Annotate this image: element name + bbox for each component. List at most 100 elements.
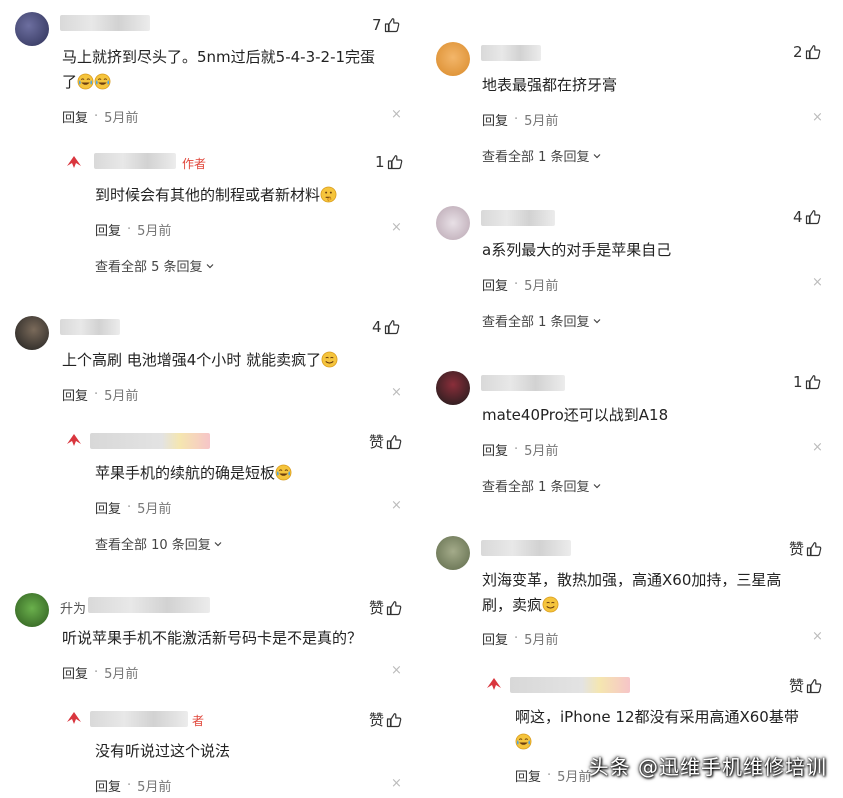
user-avatar[interactable] (15, 593, 49, 627)
laugh-cry-emoji (275, 464, 292, 481)
reply-button[interactable]: 回复 (482, 629, 508, 648)
close-icon[interactable]: × (812, 110, 823, 125)
like-button[interactable]: 1 (375, 153, 403, 171)
user-name[interactable] (481, 540, 571, 556)
reply-user-name[interactable] (90, 711, 188, 727)
comment-text-content: 地表最强都在挤牙膏 (482, 76, 618, 94)
close-icon[interactable]: × (812, 629, 823, 644)
reply-meta: 回复 · 5月前 (95, 220, 171, 239)
reply-button[interactable]: 回复 (95, 776, 121, 795)
thumb-up-icon (805, 44, 821, 60)
view-all-replies-link[interactable]: 查看全部 5 条回复 (95, 256, 215, 275)
user-name-fragment: 升为 (60, 602, 87, 617)
view-all-replies-link[interactable]: 查看全部 10 条回复 (95, 534, 223, 553)
reply-button[interactable]: 回复 (62, 107, 88, 126)
meta-dot: · (547, 768, 552, 783)
view-all-replies-label: 查看全部 1 条回复 (482, 315, 590, 330)
close-icon[interactable]: × (812, 440, 823, 455)
chevron-down-icon (592, 316, 602, 326)
close-icon[interactable]: × (391, 498, 402, 513)
comment-time: 5月前 (524, 114, 559, 129)
thinking-emoji (320, 186, 337, 203)
comment-meta: 回复 · 5月前 (62, 107, 138, 126)
like-button[interactable]: 7 (372, 16, 400, 34)
reply-meta: 回复 · 5月前 (95, 498, 171, 517)
view-all-replies-link[interactable]: 查看全部 1 条回复 (482, 146, 602, 165)
smile-emoji (542, 596, 559, 613)
like-button[interactable]: 赞 (369, 709, 402, 730)
view-all-replies-link[interactable]: 查看全部 1 条回复 (482, 476, 602, 495)
reply-button[interactable]: 回复 (62, 385, 88, 404)
like-label: 赞 (369, 599, 385, 617)
meta-dot: · (514, 112, 519, 127)
close-icon[interactable]: × (391, 385, 402, 400)
like-button[interactable]: 1 (793, 373, 821, 391)
user-name[interactable] (481, 375, 565, 391)
reply-user-name[interactable] (510, 677, 630, 693)
like-button[interactable]: 赞 (789, 675, 822, 696)
reply-text: 到时候会有其他的制程或者新材料 (95, 183, 337, 208)
comment-meta: 回复 · 5月前 (62, 385, 138, 404)
like-button[interactable]: 赞 (369, 431, 402, 452)
smile-emoji (321, 351, 338, 368)
like-count: 1 (375, 153, 385, 171)
view-all-replies-link[interactable]: 查看全部 1 条回复 (482, 311, 602, 330)
user-name[interactable] (481, 45, 541, 61)
like-count: 1 (793, 373, 803, 391)
view-all-replies-label: 查看全部 1 条回复 (482, 150, 590, 165)
comment-text-content: mate40Pro还可以战到A18 (482, 406, 669, 424)
reply-button[interactable]: 回复 (62, 663, 88, 682)
like-button[interactable]: 赞 (369, 597, 402, 618)
comment-text: 马上就挤到尽头了。5nm过后就5-4-3-2-1完蛋 了 (62, 45, 407, 95)
comment-meta: 回复 · 5月前 (482, 275, 558, 294)
comment-text-content: a系列最大的对手是苹果自己 (482, 241, 672, 259)
reply-text: 没有听说过这个说法 (95, 739, 230, 764)
comment-meta: 回复 · 5月前 (482, 440, 558, 459)
close-icon[interactable]: × (391, 107, 402, 122)
reply-button[interactable]: 回复 (515, 766, 541, 785)
user-avatar[interactable] (15, 316, 49, 350)
watermark: 头条 @迅维手机维修培训 (588, 755, 827, 779)
author-avatar[interactable] (64, 708, 84, 728)
author-avatar[interactable] (64, 430, 84, 450)
comment-time: 5月前 (524, 279, 559, 294)
user-avatar[interactable] (436, 371, 470, 405)
reply-button[interactable]: 回复 (95, 498, 121, 517)
close-icon[interactable]: × (391, 220, 402, 235)
meta-dot: · (94, 387, 99, 402)
user-name[interactable] (481, 210, 555, 226)
reply-text-content: 到时候会有其他的制程或者新材料 (95, 186, 321, 204)
close-icon[interactable]: × (391, 776, 402, 791)
like-button[interactable]: 赞 (789, 538, 822, 559)
author-avatar[interactable] (484, 674, 504, 694)
reply-user-name[interactable] (90, 433, 210, 449)
user-avatar[interactable] (436, 42, 470, 76)
meta-dot: · (127, 500, 132, 515)
close-icon[interactable]: × (812, 275, 823, 290)
like-button[interactable]: 4 (372, 318, 400, 336)
meta-dot: · (514, 631, 519, 646)
reply-user-name[interactable] (94, 153, 176, 169)
author-avatar[interactable] (64, 152, 84, 172)
reply-button[interactable]: 回复 (482, 275, 508, 294)
reply-button[interactable]: 回复 (482, 440, 508, 459)
user-avatar[interactable] (436, 536, 470, 570)
reply-text-content: 啊这，iPhone 12都没有采用高通X60基带 (515, 708, 799, 726)
user-avatar[interactable] (15, 12, 49, 46)
like-button[interactable]: 2 (793, 43, 821, 61)
reply-meta: 回复 · 5月前 (95, 776, 171, 795)
user-avatar[interactable] (436, 206, 470, 240)
reply-button[interactable]: 回复 (95, 220, 121, 239)
thumb-up-icon (386, 600, 402, 616)
comment-time: 5月前 (104, 111, 139, 126)
user-name[interactable] (60, 319, 120, 335)
user-name[interactable] (88, 597, 210, 613)
thumb-up-icon (384, 17, 400, 33)
user-name[interactable] (60, 15, 150, 31)
chevron-down-icon (213, 539, 223, 549)
chevron-down-icon (205, 261, 215, 271)
reply-button[interactable]: 回复 (482, 110, 508, 129)
close-icon[interactable]: × (391, 663, 402, 678)
reply-time: 5月前 (137, 224, 172, 239)
like-button[interactable]: 4 (793, 208, 821, 226)
